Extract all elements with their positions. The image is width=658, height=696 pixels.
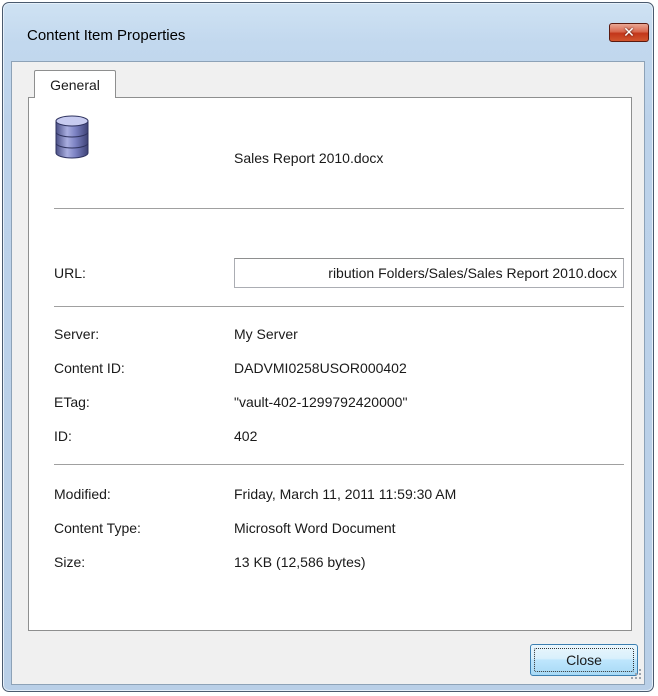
item-name: Sales Report 2010.docx <box>234 150 384 166</box>
separator <box>54 464 624 465</box>
dialog-title: Content Item Properties <box>27 27 186 44</box>
separator <box>54 306 624 307</box>
server-value: My Server <box>234 326 298 342</box>
content-id-value: DADVMI0258USOR000402 <box>234 360 407 376</box>
modified-value: Friday, March 11, 2011 11:59:30 AM <box>234 486 457 502</box>
titlebar-close-button[interactable]: ✕ <box>609 23 649 42</box>
id-label: ID: <box>54 428 72 444</box>
close-button[interactable]: Close <box>530 644 638 676</box>
content-id-label: Content ID: <box>54 360 125 376</box>
properties-dialog: Content Item Properties ✕ General Sales … <box>2 2 654 692</box>
resize-grip-icon[interactable] <box>630 668 642 680</box>
etag-label: ETag: <box>54 394 90 410</box>
content-type-value: Microsoft Word Document <box>234 520 396 536</box>
separator <box>54 208 624 209</box>
content-type-label: Content Type: <box>54 520 141 536</box>
general-tab-panel: Sales Report 2010.docx URL: ribution Fol… <box>28 97 632 631</box>
close-button-label: Close <box>566 652 602 668</box>
size-label: Size: <box>54 554 86 570</box>
database-icon <box>55 115 89 159</box>
etag-value: "vault-402-1299792420000" <box>234 394 408 410</box>
dialog-client-area: General Sales Report 2010.docx URL: ribu… <box>11 61 645 685</box>
tab-general[interactable]: General <box>34 70 116 98</box>
url-value: ribution Folders/Sales/Sales Report 2010… <box>328 265 617 281</box>
url-field[interactable]: ribution Folders/Sales/Sales Report 2010… <box>234 258 624 288</box>
server-label: Server: <box>54 326 100 342</box>
url-label: URL: <box>54 265 86 281</box>
close-icon: ✕ <box>623 24 635 41</box>
modified-label: Modified: <box>54 486 111 502</box>
id-value: 402 <box>234 428 258 444</box>
size-value: 13 KB (12,586 bytes) <box>234 554 366 570</box>
